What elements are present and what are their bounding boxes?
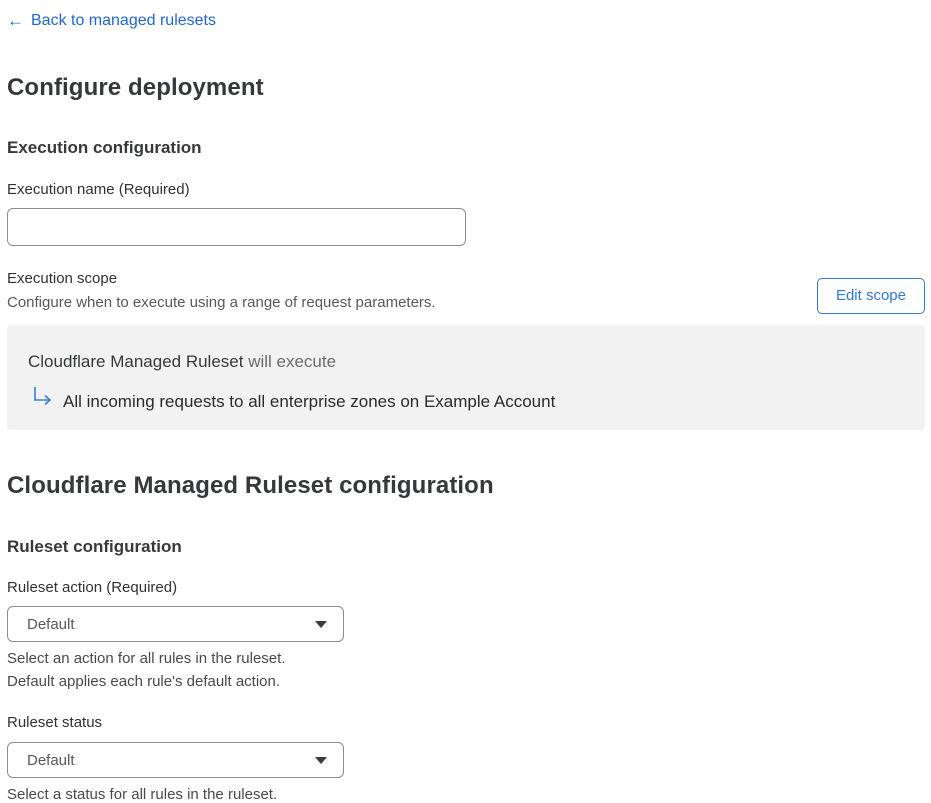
ruleset-action-help-2: Default applies each rule's default acti… bbox=[7, 673, 281, 690]
ruleset-action-value: Default bbox=[27, 615, 75, 633]
execution-name-label: Execution name (Required) bbox=[7, 181, 190, 198]
scope-summary-text: All incoming requests to all enterprise … bbox=[63, 392, 556, 411]
will-execute-text: will execute bbox=[243, 352, 337, 371]
ruleset-name: Cloudflare Managed Ruleset bbox=[28, 352, 244, 371]
ruleset-status-select[interactable]: Default bbox=[7, 742, 344, 778]
execution-scope-text: Execution scope Configure when to execut… bbox=[7, 270, 436, 312]
ruleset-configuration-page-heading: Cloudflare Managed Ruleset configuration bbox=[7, 472, 494, 499]
execution-scope-description: Configure when to execute using a range … bbox=[7, 294, 436, 311]
execution-name-input[interactable] bbox=[7, 208, 466, 246]
execution-configuration-heading: Execution configuration bbox=[7, 138, 202, 157]
ruleset-action-select[interactable]: Default bbox=[7, 606, 344, 642]
back-link-label: Back to managed rulesets bbox=[31, 12, 216, 29]
ruleset-action-help-1: Select an action for all rules in the ru… bbox=[7, 650, 286, 667]
page-title: Configure deployment bbox=[7, 74, 264, 101]
chevron-down-icon bbox=[315, 756, 327, 764]
execution-scope-row: Execution scope Configure when to execut… bbox=[7, 271, 925, 314]
ruleset-status-value: Default bbox=[27, 751, 75, 769]
scope-summary-detail: All incoming requests to all enterprise … bbox=[32, 386, 905, 411]
ruleset-configuration-subheading: Ruleset configuration bbox=[7, 537, 182, 556]
back-to-managed-rulesets-link[interactable]: ← Back to managed rulesets bbox=[7, 12, 216, 29]
scope-summary-box: Cloudflare Managed Ruleset will execute … bbox=[7, 325, 925, 430]
branch-arrow-icon bbox=[32, 386, 54, 411]
execution-scope-label: Execution scope bbox=[7, 270, 118, 287]
edit-scope-button[interactable]: Edit scope bbox=[816, 278, 925, 314]
back-arrow-icon: ← bbox=[7, 11, 24, 30]
ruleset-action-label: Ruleset action (Required) bbox=[7, 579, 178, 596]
chevron-down-icon bbox=[315, 620, 327, 628]
ruleset-status-help: Select a status for all rules in the rul… bbox=[7, 786, 278, 803]
scope-summary-heading: Cloudflare Managed Ruleset will execute bbox=[28, 353, 905, 371]
ruleset-status-label: Ruleset status bbox=[7, 714, 103, 731]
configure-deployment-page: ← Back to managed rulesets Configure dep… bbox=[0, 0, 931, 803]
